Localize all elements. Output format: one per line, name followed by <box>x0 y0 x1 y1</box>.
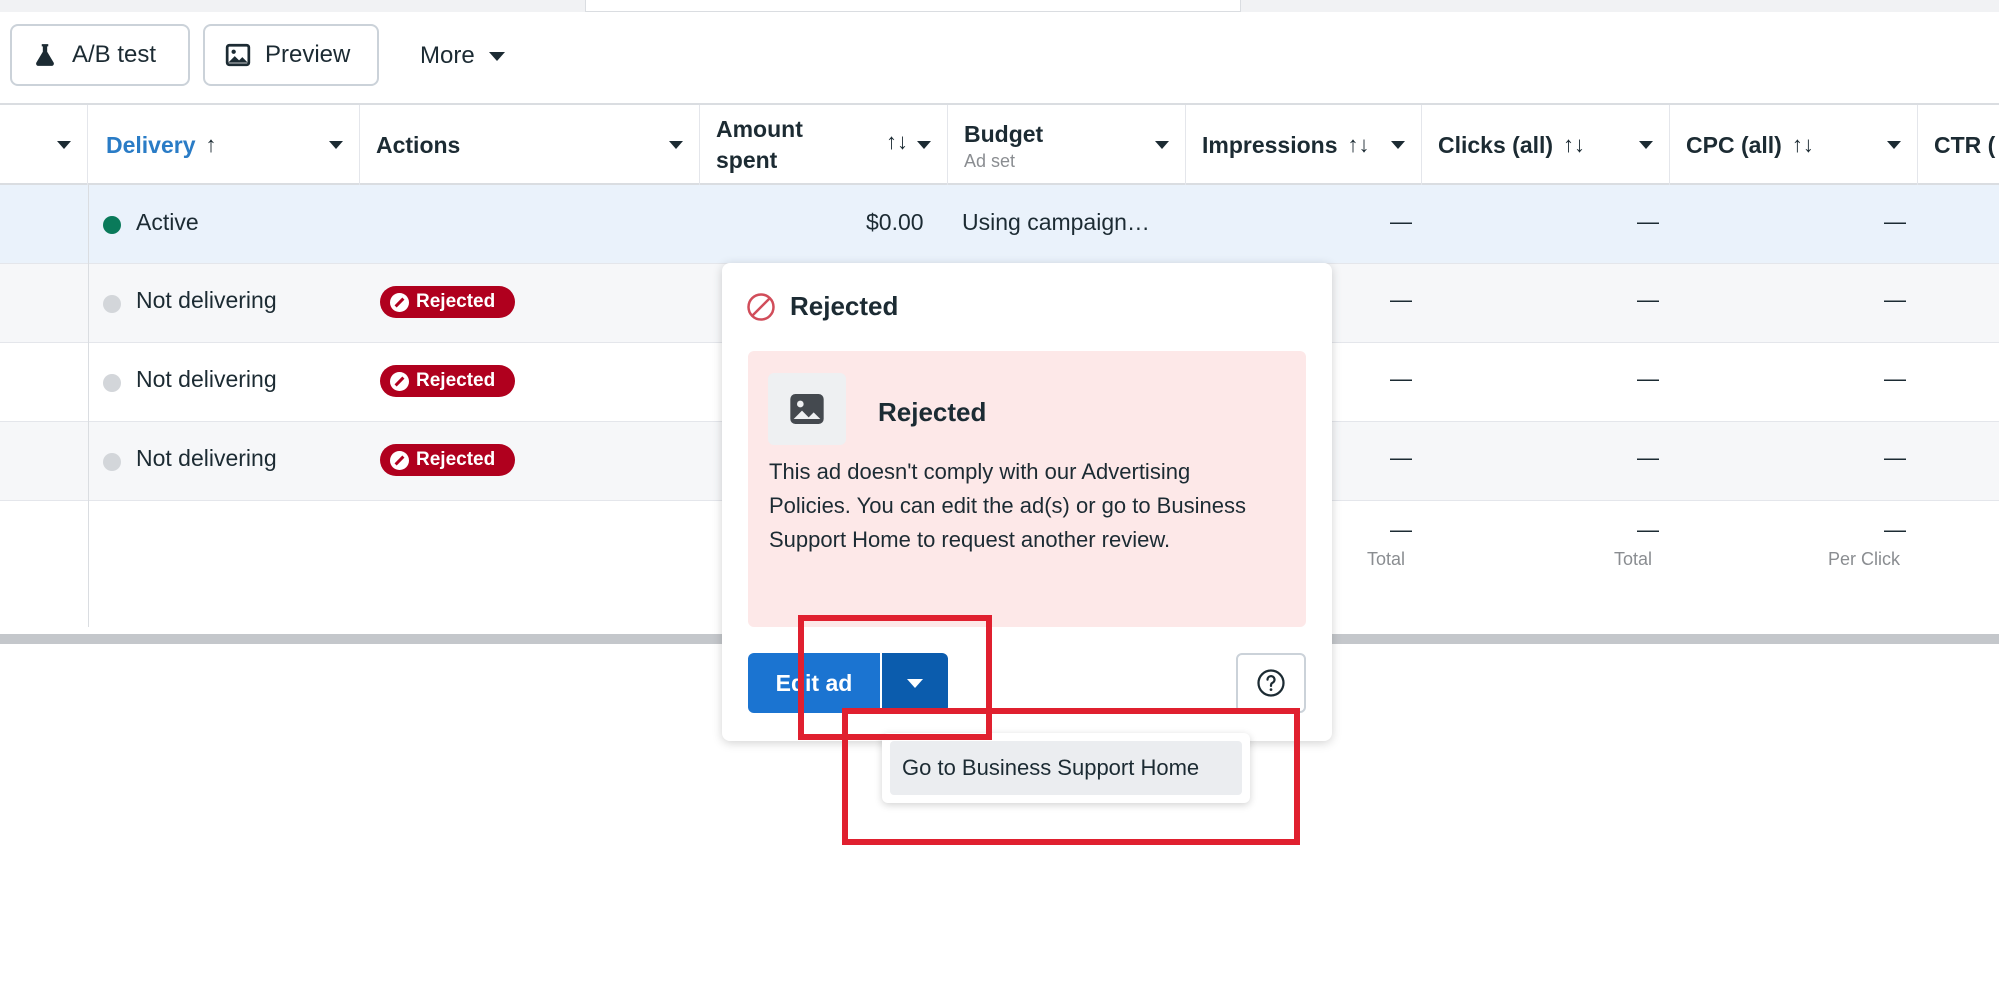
impressions-value: — <box>1390 445 1412 470</box>
status-dot-inactive <box>103 374 121 392</box>
chevron-down-icon[interactable] <box>1391 141 1405 149</box>
cpc-value: — <box>1884 445 1906 470</box>
preview-label: Preview <box>265 41 351 68</box>
column-header-cpc[interactable]: CPC (all) ↑↓ <box>1670 105 1918 185</box>
cpc-total-label: Per Click <box>1828 549 1901 569</box>
cpc-total: — <box>1884 517 1906 542</box>
cpc-header-label: CPC (all) <box>1686 131 1782 158</box>
flask-icon <box>36 44 54 66</box>
column-header-ctr[interactable]: CTR ( <box>1918 105 1999 185</box>
column-header-name[interactable] <box>0 105 88 185</box>
status-dot-inactive <box>103 295 121 313</box>
highlight-box-menu-item <box>842 708 1300 845</box>
sort-icon[interactable]: ↑↓ <box>1563 132 1585 158</box>
sort-icon[interactable]: ↑↓ <box>1792 132 1814 158</box>
impressions-total-label: Total <box>1367 549 1406 569</box>
column-header-actions[interactable]: Actions <box>360 105 700 185</box>
delivery-status: Not delivering <box>136 445 277 471</box>
status-dot-active <box>103 216 121 234</box>
chevron-down-icon[interactable] <box>1639 141 1653 149</box>
preview-button[interactable]: Preview <box>203 24 379 86</box>
rejected-badge-label: Rejected <box>416 370 496 391</box>
cpc-value: — <box>1884 287 1906 312</box>
clicks-value: — <box>1637 209 1659 234</box>
ban-icon <box>390 371 409 391</box>
ctr-header-label: CTR ( <box>1934 131 1996 158</box>
column-header-impressions[interactable]: Impressions ↑↓ <box>1186 105 1422 185</box>
rejection-notice: Rejected This ad doesn't comply with our… <box>748 351 1306 627</box>
popover-header: Rejected <box>746 291 898 322</box>
rejected-badge-label: Rejected <box>416 449 496 470</box>
chevron-down-icon[interactable] <box>329 141 343 149</box>
impressions-total: — <box>1390 517 1412 542</box>
popover-title: Rejected <box>790 291 899 321</box>
image-icon <box>790 394 824 424</box>
rejected-badge[interactable]: Rejected <box>380 286 515 318</box>
sort-icon[interactable]: ↑↓ <box>1348 132 1370 158</box>
column-header-delivery[interactable]: Delivery ↑ <box>88 105 360 185</box>
ab-test-button[interactable]: A/B test <box>10 24 190 86</box>
more-dropdown[interactable]: More <box>420 36 505 76</box>
table-header: Delivery ↑ Actions Amount spent ↑↓ Budge… <box>0 103 1999 185</box>
clicks-header-label: Clicks (all) <box>1438 131 1554 158</box>
sort-ascending-icon[interactable]: ↑ <box>206 132 217 158</box>
column-divider <box>88 185 89 627</box>
ban-icon <box>390 450 409 470</box>
clicks-value: — <box>1637 366 1659 391</box>
more-label: More <box>420 42 475 69</box>
delivery-status: Not delivering <box>136 366 277 392</box>
clicks-value: — <box>1637 445 1659 470</box>
notice-body: This ad doesn't comply with our Advertis… <box>769 459 1246 552</box>
column-header-clicks[interactable]: Clicks (all) ↑↓ <box>1422 105 1670 185</box>
rejected-badge[interactable]: Rejected <box>380 444 515 476</box>
chevron-down-icon[interactable] <box>917 141 931 149</box>
table-row[interactable]: Active $0.00 Using campaign… — — — <box>0 185 1999 264</box>
amount-header-line1: Amount <box>716 116 803 142</box>
column-header-budget[interactable]: Budget Ad set <box>948 105 1186 185</box>
rejected-badge[interactable]: Rejected <box>380 365 515 397</box>
notice-title: Rejected <box>878 397 987 427</box>
toolbar: A/B test Preview More <box>0 12 1999 104</box>
cpc-value: — <box>1884 366 1906 391</box>
ad-thumbnail <box>768 373 846 445</box>
impressions-header-label: Impressions <box>1202 131 1338 158</box>
search-box-edge[interactable] <box>585 0 1241 12</box>
chevron-down-icon <box>488 51 505 61</box>
chevron-down-icon[interactable] <box>669 141 683 149</box>
impressions-value: — <box>1390 209 1412 234</box>
cpc-value: — <box>1884 209 1906 234</box>
help-button[interactable] <box>1236 653 1306 713</box>
status-dot-inactive <box>103 453 121 471</box>
delivery-status: Not delivering <box>136 287 277 313</box>
amount-header-line2: spent <box>716 147 778 173</box>
chevron-down-icon[interactable] <box>57 141 71 149</box>
sort-icon[interactable]: ↑↓ <box>886 129 908 155</box>
ban-icon <box>747 292 775 321</box>
help-icon <box>1257 669 1285 697</box>
delivery-status: Active <box>136 209 199 235</box>
impressions-value: — <box>1390 287 1412 312</box>
clicks-total-label: Total <box>1614 549 1653 569</box>
actions-header-label: Actions <box>376 131 461 158</box>
ban-icon <box>390 292 409 312</box>
budget-header-sub: Ad set <box>964 150 1016 171</box>
clicks-value: — <box>1637 287 1659 312</box>
delivery-header-label: Delivery <box>106 131 196 158</box>
budget-header-label: Budget <box>964 120 1044 147</box>
column-header-amount-spent[interactable]: Amount spent ↑↓ <box>700 105 948 185</box>
chevron-down-icon[interactable] <box>1155 141 1169 149</box>
rejected-badge-label: Rejected <box>416 291 496 312</box>
chevron-down-icon[interactable] <box>1887 141 1901 149</box>
amount-spent: $0.00 <box>866 209 924 235</box>
impressions-value: — <box>1390 366 1412 391</box>
clicks-total: — <box>1637 517 1659 542</box>
budget-value: Using campaign… <box>962 209 1150 235</box>
image-icon <box>225 43 251 67</box>
ab-test-label: A/B test <box>72 41 157 68</box>
